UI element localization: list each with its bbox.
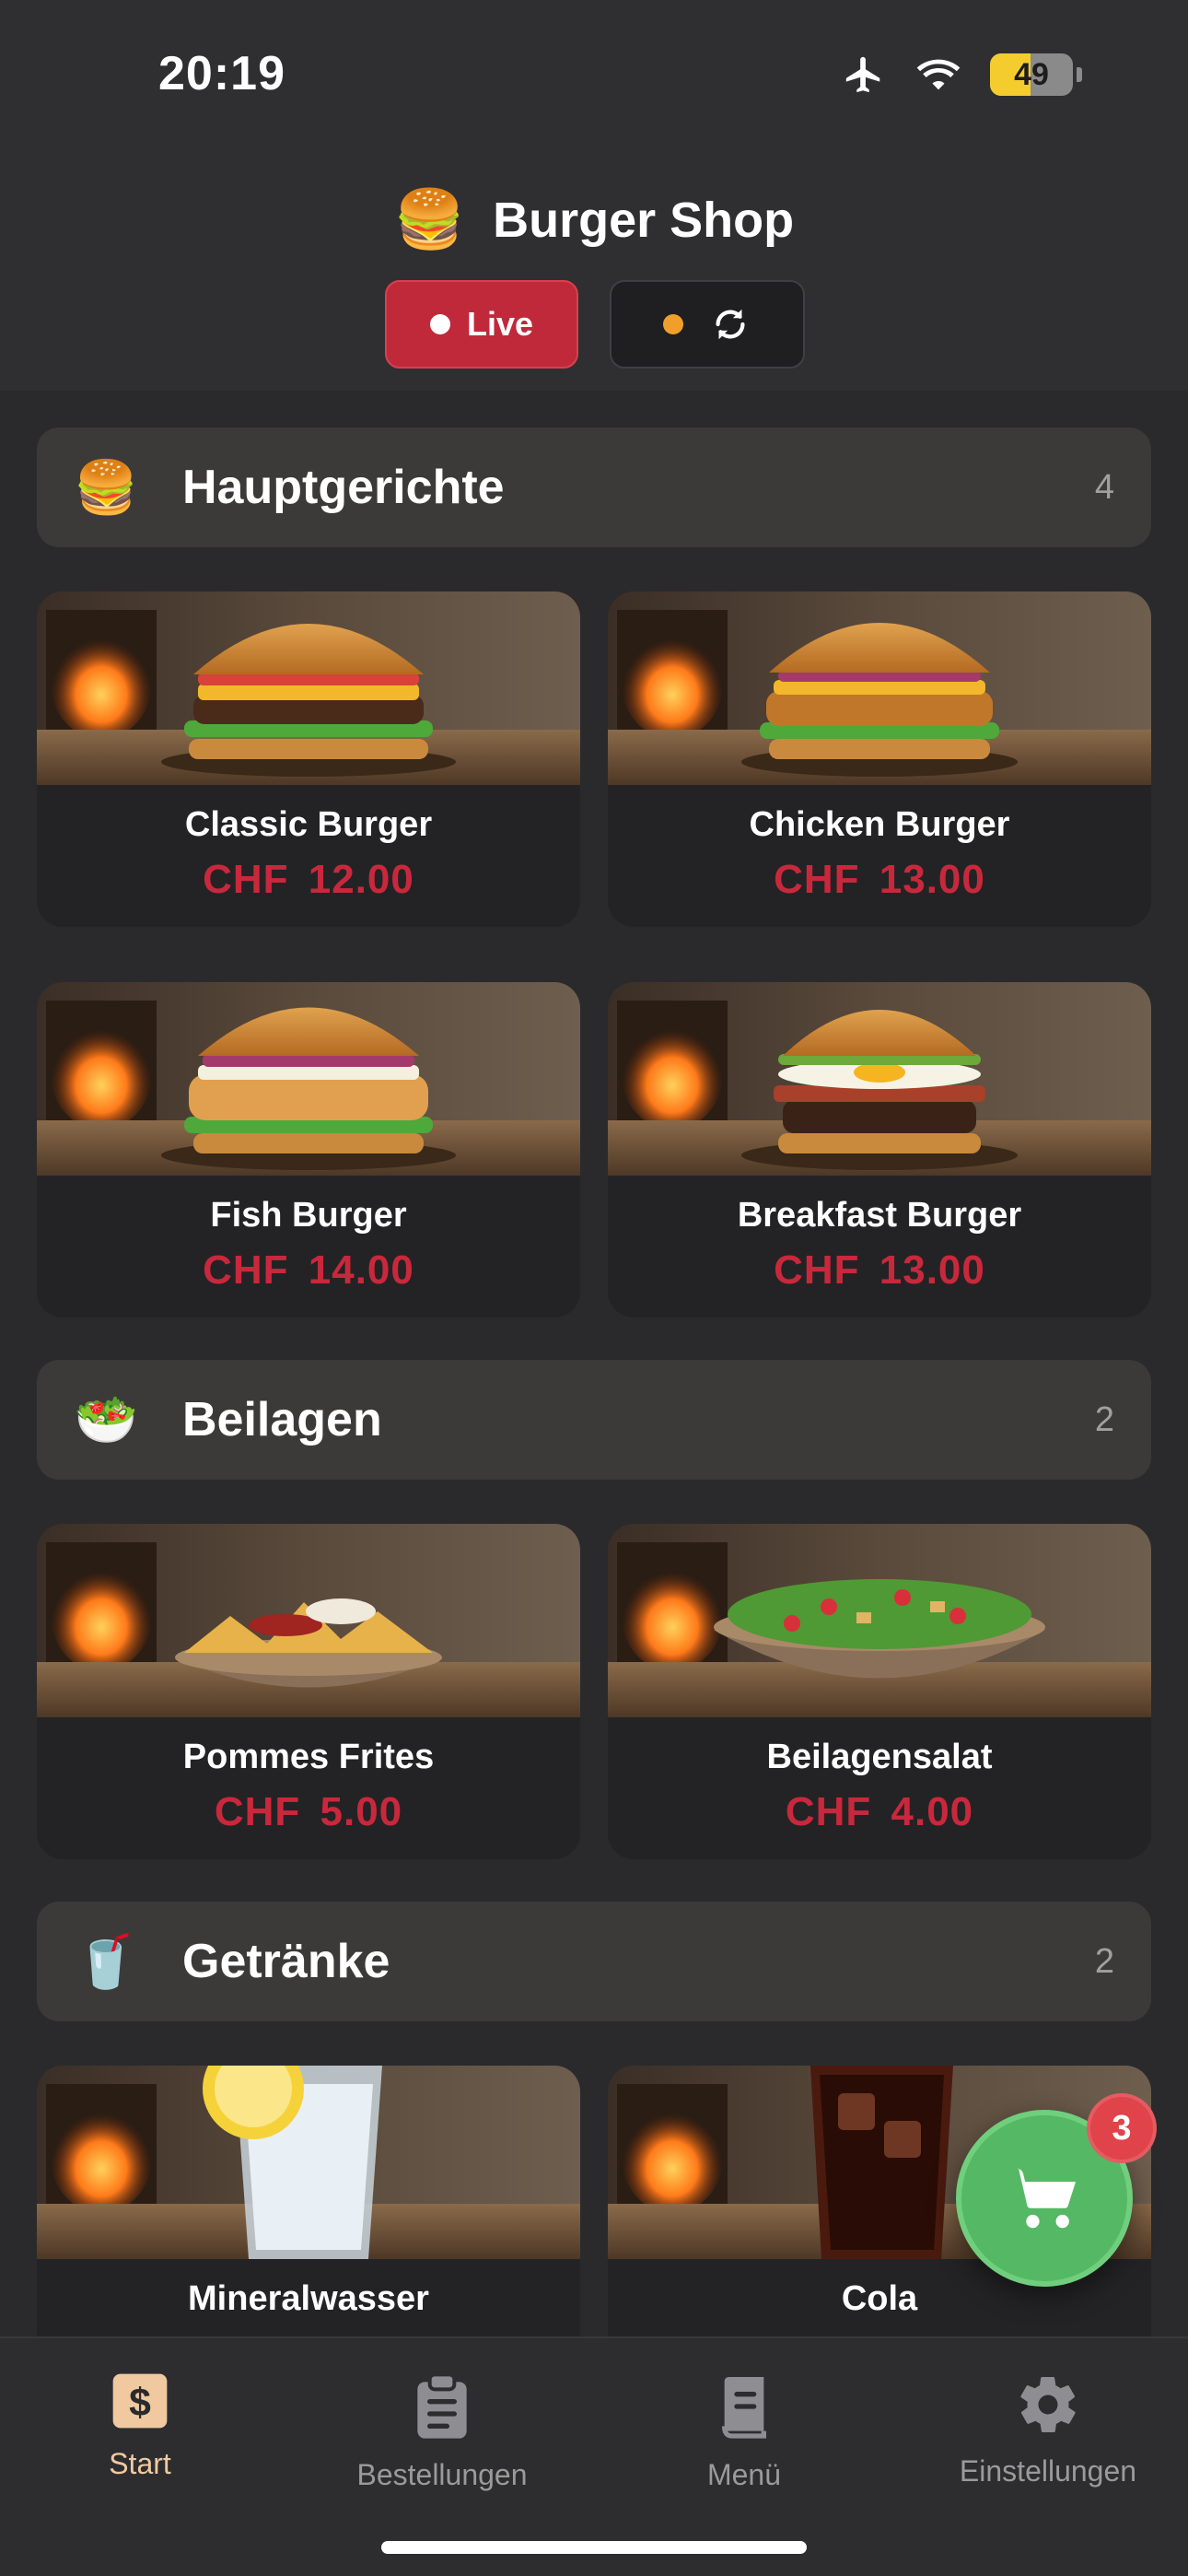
category-count: 4 [1094,467,1114,507]
drink-icon: 🥤 [74,1932,138,1990]
menu-book-icon [722,2377,766,2439]
home-indicator [381,2541,807,2554]
tab-label: Einstellungen [959,2454,1137,2488]
tab-label: Menü [706,2458,782,2491]
product-price: CHF 13.00 [774,1247,985,1293]
product-name: Pommes Frites [182,1738,435,1776]
app-header: 🍔 Burger Shop Live [0,157,1188,391]
tab-label: Bestellungen [356,2458,528,2491]
product-name: Beilagensalat [766,1738,993,1776]
product-name: Chicken Burger [749,805,1010,844]
tab-menu[interactable]: Menü [606,2371,882,2492]
product-image [37,982,580,1176]
category-title: Getränke [182,1935,390,1988]
wifi-icon [916,59,961,90]
product-price: CHF 5.00 [214,1789,403,1834]
category-title: Beilagen [182,1393,382,1446]
dollar-icon: $ [112,2373,168,2429]
product-name: Mineralwasser [188,2279,429,2318]
live-dot-icon [429,314,450,334]
category-header-beilagen[interactable]: 🥗 Beilagen 2 [37,1360,1151,1480]
page-title: Burger Shop [493,192,795,248]
product-card-beilagensalat[interactable]: Beilagensalat CHF 4.00 [608,1524,1151,1859]
product-name: Breakfast Burger [737,1196,1022,1235]
product-name: Classic Burger [184,805,433,844]
tab-start[interactable]: $ Start [2,2371,278,2481]
burger-icon: 🍔 [393,188,466,252]
product-image [37,2066,580,2259]
category-header-hauptgerichte[interactable]: 🍔 Hauptgerichte 4 [37,427,1151,547]
product-card-classic-burger[interactable]: Classic Burger CHF 12.00 [37,591,580,927]
tab-einstellungen[interactable]: Einstellungen [910,2371,1186,2488]
product-price: CHF 12.00 [203,857,414,902]
product-name: Cola [841,2279,918,2318]
product-image [37,591,580,785]
category-count: 2 [1094,1399,1114,1439]
product-price: CHF 13.00 [774,857,985,902]
product-price: CHF 14.00 [203,1247,414,1293]
menu-content[interactable]: 🍔 Hauptgerichte 4 Classic Burger CHF 12.… [0,391,1188,2336]
svg-text:$: $ [129,2381,151,2425]
live-button[interactable]: Live [385,280,578,369]
product-card-mineralwasser[interactable]: Mineralwasser [37,2066,580,2336]
status-time: 20:19 [158,47,285,100]
gear-icon [1020,2377,1076,2432]
tab-bar: $ Start Bestellungen Menü Einstellungen [0,2336,1188,2576]
product-image [608,1524,1151,1717]
cart-count-badge: 3 [1087,2093,1157,2163]
product-image [37,1524,580,1717]
product-name: Fish Burger [210,1196,407,1235]
burger-icon: 🍔 [74,458,138,516]
product-card-pommes-frites[interactable]: Pommes Frites CHF 5.00 [37,1524,580,1859]
category-header-getraenke[interactable]: 🥤 Getränke 2 [37,1902,1151,2021]
product-card-breakfast-burger[interactable]: Breakfast Burger CHF 13.00 [608,982,1151,1317]
salad-icon: 🥗 [74,1390,138,1448]
product-price: CHF 4.00 [785,1789,974,1834]
tab-bestellungen[interactable]: Bestellungen [304,2371,580,2492]
status-bar: 20:19 49 [0,0,1188,157]
status-icons: 49 [841,53,1082,96]
cart-icon [1007,2168,1077,2229]
product-card-fish-burger[interactable]: Fish Burger CHF 14.00 [37,982,580,1317]
battery-indicator: 49 [990,53,1073,96]
product-image [608,591,1151,785]
sync-button[interactable] [610,280,805,369]
category-count: 2 [1094,1941,1114,1981]
refresh-icon [716,309,745,340]
tab-label: Start [109,2447,171,2480]
product-card-chicken-burger[interactable]: Chicken Burger CHF 13.00 [608,591,1151,927]
airplane-icon [845,56,880,93]
product-image [608,982,1151,1176]
sync-status-dot-icon [663,314,683,334]
clipboard-icon [417,2372,467,2439]
live-label: Live [466,305,534,343]
category-title: Hauptgerichte [182,461,505,514]
